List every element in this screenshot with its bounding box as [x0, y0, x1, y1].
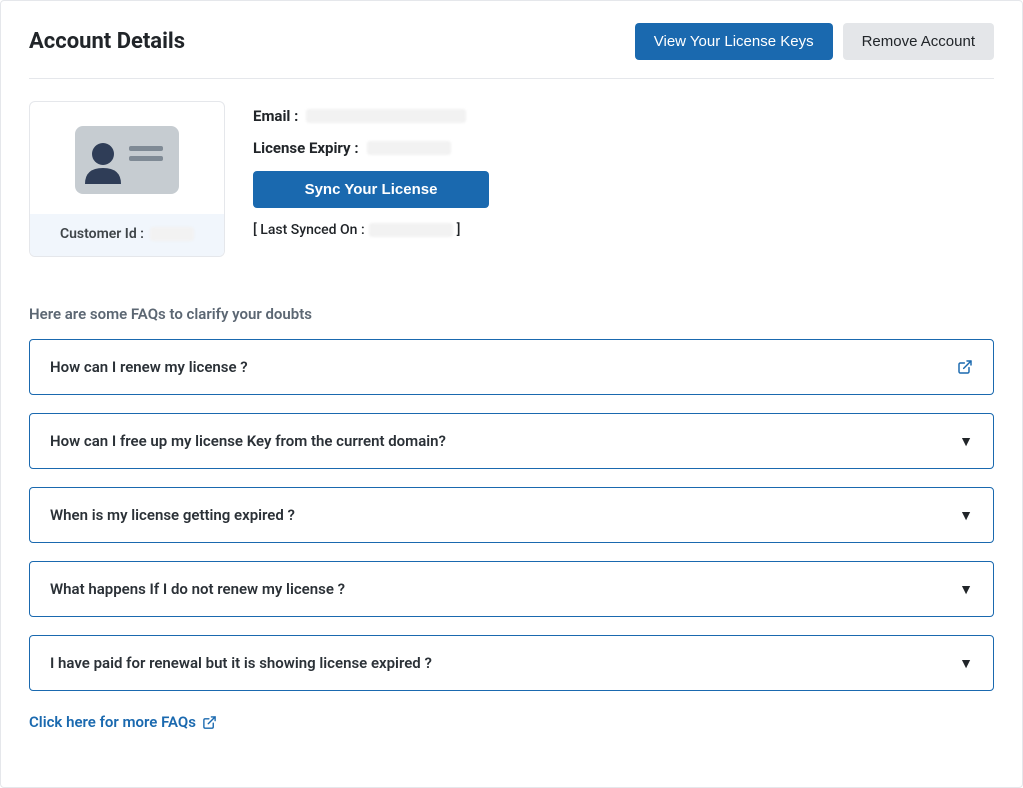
- external-link-icon: [957, 359, 973, 375]
- faq-question: When is my license getting expired ?: [50, 506, 295, 524]
- external-link-icon: [202, 715, 217, 730]
- last-synced-prefix: [ Last Synced On :: [253, 222, 365, 238]
- account-details-panel: Account Details View Your License Keys R…: [0, 0, 1023, 788]
- last-synced-value: [369, 223, 453, 237]
- faq-question: I have paid for renewal but it is showin…: [50, 654, 432, 672]
- faq-item-free-license-key[interactable]: How can I free up my license Key from th…: [29, 413, 994, 469]
- license-expiry-value: [367, 141, 451, 155]
- chevron-down-icon: ▼: [959, 655, 973, 672]
- chevron-down-icon: ▼: [959, 581, 973, 598]
- remove-account-button[interactable]: Remove Account: [843, 23, 994, 60]
- header-row: Account Details View Your License Keys R…: [29, 23, 994, 79]
- header-buttons: View Your License Keys Remove Account: [635, 23, 994, 60]
- faq-question: What happens If I do not renew my licens…: [50, 580, 345, 598]
- page-title: Account Details: [29, 29, 185, 54]
- account-row: Customer Id : Email : License Expiry : S…: [29, 79, 994, 257]
- email-label: Email :: [253, 107, 298, 125]
- more-faqs-link[interactable]: Click here for more FAQs: [29, 713, 217, 731]
- faq-question: How can I renew my license ?: [50, 358, 248, 376]
- license-expiry-row: License Expiry :: [253, 139, 489, 157]
- account-details-column: Email : License Expiry : Sync Your Licen…: [253, 101, 489, 257]
- customer-id-label: Customer Id :: [60, 226, 144, 242]
- last-synced-row: [ Last Synced On : ]: [253, 222, 489, 238]
- faq-item-license-expiry-date[interactable]: When is my license getting expired ? ▼: [29, 487, 994, 543]
- faq-list: How can I renew my license ? How can I f…: [29, 339, 994, 691]
- email-row: Email :: [253, 107, 489, 125]
- id-card-icon: [30, 102, 224, 214]
- more-faqs-label: Click here for more FAQs: [29, 713, 196, 731]
- license-expiry-label: License Expiry :: [253, 139, 359, 157]
- chevron-down-icon: ▼: [959, 507, 973, 524]
- sync-license-button[interactable]: Sync Your License: [253, 171, 489, 208]
- faq-question: How can I free up my license Key from th…: [50, 432, 446, 450]
- view-license-keys-button[interactable]: View Your License Keys: [635, 23, 833, 60]
- customer-id-value: [150, 227, 194, 241]
- customer-id-row: Customer Id :: [30, 214, 224, 256]
- customer-id-card: Customer Id :: [29, 101, 225, 257]
- faq-intro: Here are some FAQs to clarify your doubt…: [29, 305, 994, 323]
- email-value: [306, 109, 466, 123]
- faq-item-paid-but-expired[interactable]: I have paid for renewal but it is showin…: [29, 635, 994, 691]
- faq-item-no-renew[interactable]: What happens If I do not renew my licens…: [29, 561, 994, 617]
- last-synced-suffix: ]: [457, 222, 461, 238]
- faq-item-renew-license[interactable]: How can I renew my license ?: [29, 339, 994, 395]
- chevron-down-icon: ▼: [959, 433, 973, 450]
